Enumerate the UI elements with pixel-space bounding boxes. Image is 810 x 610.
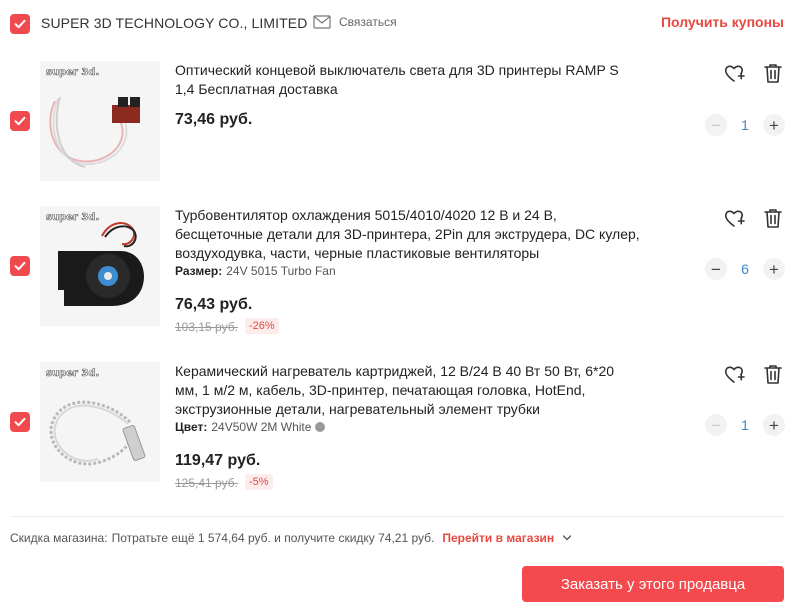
store-discount-label: Скидка магазина:: [10, 531, 108, 545]
color-swatch: [315, 422, 326, 432]
checkmark-icon: [14, 116, 26, 126]
contact-seller-button[interactable]: Связаться: [313, 15, 397, 29]
delete-button[interactable]: [762, 363, 784, 385]
item-select-checkbox[interactable]: [10, 256, 30, 276]
increase-quantity-button[interactable]: +: [763, 114, 785, 136]
contact-label: Связаться: [339, 15, 397, 29]
product-variant[interactable]: Размер: 24V 5015 Turbo Fan: [175, 264, 336, 278]
product-title[interactable]: Оптический концевой выключатель света дл…: [175, 61, 640, 99]
seller-header: SUPER 3D TECHNOLOGY CO., LIMITED Связать…: [0, 0, 810, 46]
get-coupons-link[interactable]: Получить купоны: [661, 14, 784, 30]
product-title[interactable]: Керамический нагреватель картриджей, 12 …: [175, 362, 640, 419]
increase-quantity-button[interactable]: +: [763, 414, 785, 436]
delete-button[interactable]: [762, 62, 784, 84]
delete-button[interactable]: [762, 207, 784, 229]
divider: [10, 516, 784, 517]
order-from-seller-button[interactable]: Заказать у этого продавца: [522, 566, 784, 602]
quantity-value[interactable]: 1: [733, 117, 757, 133]
product-image[interactable]: super 3d.: [40, 362, 160, 482]
seller-name[interactable]: SUPER 3D TECHNOLOGY CO., LIMITED: [41, 15, 307, 31]
quantity-stepper: − 1 +: [705, 114, 785, 136]
watermark-text: super 3d.: [46, 368, 99, 379]
product-variant[interactable]: Цвет: 24V50W 2M White: [175, 420, 326, 434]
decrease-quantity-button[interactable]: −: [705, 414, 727, 436]
heart-plus-icon: [724, 366, 745, 383]
store-discount-text: Потратьте ещё 1 574,64 руб. и получите с…: [111, 531, 435, 545]
checkmark-icon: [14, 19, 26, 29]
product-image[interactable]: super 3d.: [40, 206, 160, 326]
watermark-text: super 3d.: [46, 67, 99, 78]
product-title[interactable]: Турбовентилятор охлаждения 5015/4010/402…: [175, 206, 640, 263]
variant-label: Цвет:: [175, 420, 208, 434]
product-price: 76,43 руб.: [175, 296, 253, 313]
product-old-price: 103,15 руб.: [175, 320, 238, 334]
store-discount-bar: Скидка магазина: Потратьте ещё 1 574,64 …: [10, 531, 572, 545]
quantity-value[interactable]: 1: [733, 417, 757, 433]
chevron-down-icon[interactable]: [562, 533, 572, 543]
checkmark-icon: [14, 261, 26, 271]
variant-value: 24V50W 2M White: [211, 420, 312, 434]
quantity-stepper: − 6 +: [705, 258, 785, 280]
turbo-fan-image: super 3d.: [40, 206, 160, 326]
product-old-price: 125,41 руб.: [175, 476, 238, 490]
item-select-checkbox[interactable]: [10, 412, 30, 432]
product-price: 73,46 руб.: [175, 111, 253, 128]
trash-icon: [764, 365, 782, 384]
heart-plus-icon: [724, 210, 745, 227]
trash-icon: [764, 209, 782, 228]
wishlist-button[interactable]: [723, 363, 745, 385]
item-select-checkbox[interactable]: [10, 111, 30, 131]
quantity-value[interactable]: 6: [733, 261, 757, 277]
variant-label: Размер:: [175, 264, 223, 278]
mail-icon: [313, 15, 331, 29]
cartridge-heater-image: super 3d.: [40, 362, 160, 482]
checkmark-icon: [14, 417, 26, 427]
decrease-quantity-button[interactable]: −: [705, 114, 727, 136]
quantity-stepper: − 1 +: [705, 414, 785, 436]
decrease-quantity-button[interactable]: −: [705, 258, 727, 280]
trash-icon: [764, 64, 782, 83]
product-price: 119,47 руб.: [175, 452, 261, 469]
increase-quantity-button[interactable]: +: [763, 258, 785, 280]
wishlist-button[interactable]: [723, 207, 745, 229]
variant-value: 24V 5015 Turbo Fan: [226, 264, 336, 278]
discount-badge: -26%: [245, 318, 279, 334]
seller-select-checkbox[interactable]: [10, 14, 30, 34]
go-to-store-link[interactable]: Перейти в магазин: [442, 531, 554, 545]
product-image[interactable]: super 3d.: [40, 61, 160, 181]
heart-plus-icon: [724, 65, 745, 82]
watermark-text: super 3d.: [46, 212, 99, 223]
endstop-switch-image: super 3d.: [40, 61, 160, 181]
discount-badge: -5%: [245, 474, 273, 490]
wishlist-button[interactable]: [723, 62, 745, 84]
